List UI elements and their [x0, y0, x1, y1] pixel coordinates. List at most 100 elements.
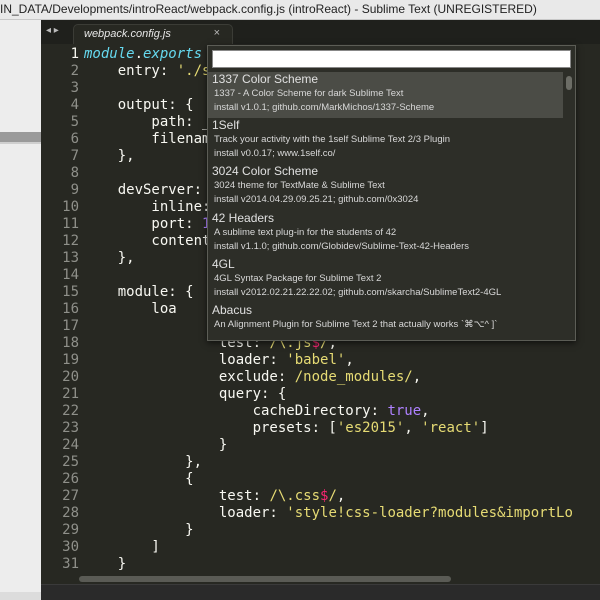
background-window-bottom: [0, 592, 41, 600]
code-token: port:: [84, 216, 203, 232]
code-line: presets: ['es2015', 'react']: [84, 420, 489, 437]
background-window-divider: [0, 132, 41, 142]
code-token: }: [84, 437, 228, 453]
tab-close-icon[interactable]: ×: [214, 27, 220, 39]
tab-webpack-config[interactable]: webpack.config.js ×: [73, 24, 233, 44]
palette-result-install-info: install v2014.04.29.09.25.21; github.com…: [214, 194, 419, 205]
palette-result-item[interactable]: 4GL 4GL Syntax Package for Sublime Text 2…: [208, 257, 563, 303]
line-number: 5: [70, 114, 79, 130]
line-number: 16: [62, 301, 79, 317]
line-number: 8: [70, 165, 79, 181]
code-token: entry:: [84, 63, 177, 79]
code-line: output: {: [84, 97, 194, 114]
palette-result-item[interactable]: 1Self Track your activity with the 1self …: [208, 118, 563, 164]
palette-result-description: An Alignment Plugin for Sublime Text 2 t…: [214, 319, 498, 330]
code-token: .: [134, 46, 144, 62]
code-line: filenam: [84, 131, 210, 148]
code-line: },: [84, 148, 135, 165]
line-number: 13: [62, 250, 79, 266]
code-token: ]: [84, 539, 160, 555]
code-line: inline:: [84, 199, 210, 216]
code-token: ,: [404, 420, 422, 436]
code-line: entry: './s: [84, 63, 211, 80]
code-line: ]: [84, 539, 160, 556]
code-line: module: {: [84, 284, 194, 301]
code-line: {: [84, 471, 193, 488]
palette-result-name: 42 Headers: [212, 211, 275, 225]
code-line: content: [84, 233, 210, 250]
line-number: 10: [62, 199, 79, 215]
code-token: /\.css: [269, 488, 321, 504]
line-number: 7: [70, 148, 79, 164]
code-token: './s: [176, 63, 211, 79]
line-number: 15: [62, 284, 79, 300]
palette-result-install-info: install v1.0.1; github.com/MarkMichos/13…: [214, 102, 435, 113]
code-token: 'style!css-loader?modules&importLo: [286, 505, 573, 521]
code-token: module: [84, 46, 135, 62]
line-number: 20: [62, 369, 79, 385]
code-token: },: [84, 148, 135, 164]
palette-result-description: 3024 theme for TextMate & Sublime Text: [214, 180, 385, 191]
code-line: test: /\.css$/,: [84, 488, 345, 505]
code-line: port: 1: [84, 216, 210, 233]
palette-search-input[interactable]: [212, 50, 571, 68]
code-token: inline:: [84, 199, 211, 215]
palette-result-description: A sublime text plug-in for the students …: [214, 227, 397, 238]
palette-result-item[interactable]: 3024 Color Scheme 3024 theme for TextMate…: [208, 164, 563, 210]
palette-result-name: 1337 Color Scheme: [212, 72, 319, 86]
palette-result-description: 1337 - A Color Scheme for dark Sublime T…: [214, 88, 404, 99]
code-token: test:: [84, 488, 270, 504]
palette-result-item[interactable]: Abacus An Alignment Plugin for Sublime Te…: [208, 303, 563, 340]
code-token: query: {: [84, 386, 287, 402]
code-line: loader: 'style!css-loader?modules&import…: [84, 505, 573, 522]
code-line: devServer:: [84, 182, 210, 199]
code-token: path: _: [84, 114, 211, 130]
horizontal-scrollbar-thumb[interactable]: [79, 576, 451, 582]
line-number: 2: [70, 63, 79, 79]
code-token: },: [84, 250, 135, 266]
palette-result-item[interactable]: 1337 Color Scheme 1337 - A Color Scheme f…: [208, 72, 563, 118]
code-line: path: _: [84, 114, 210, 131]
line-number: 24: [62, 437, 79, 453]
line-number: 3: [70, 80, 79, 96]
line-number: 21: [62, 386, 79, 402]
code-token: 'babel': [286, 352, 346, 368]
package-install-palette: 1337 Color Scheme 1337 - A Color Scheme f…: [207, 45, 576, 341]
code-token: filenam: [84, 131, 211, 147]
line-number-gutter: 1 2 3 4 5 6 7 8 9 10 11 12 13 14 15 16 17 18 19 20 21 22 23 24 2…: [41, 44, 79, 574]
code-token: ,: [336, 488, 346, 504]
code-line: }: [84, 556, 126, 573]
line-number: 25: [62, 454, 79, 470]
code-token: loa: [84, 301, 177, 317]
code-token: }: [84, 556, 127, 572]
window-titlebar: IN_DATA/Developments/introReact/webpack.…: [0, 0, 600, 20]
line-number: 30: [62, 539, 79, 555]
palette-results-list: 1337 Color Scheme 1337 - A Color Scheme f…: [208, 72, 563, 340]
code-line: loa: [84, 301, 177, 318]
window-title: IN_DATA/Developments/introReact/webpack.…: [0, 2, 537, 16]
line-number: 31: [62, 556, 79, 572]
palette-result-name: 1Self: [212, 118, 240, 132]
code-line: },: [84, 454, 202, 471]
tab-nav-arrows-icon[interactable]: ◂ ▸: [46, 25, 59, 36]
code-token: /node_modules/: [294, 369, 413, 385]
palette-scrollbar-thumb[interactable]: [566, 76, 572, 90]
code-token: content: [84, 233, 211, 249]
code-token: exports: [143, 46, 203, 62]
line-number: 18: [62, 335, 79, 351]
code-token: /: [328, 488, 337, 504]
palette-scrollbar[interactable]: [565, 74, 573, 336]
line-number: 26: [62, 471, 79, 487]
palette-result-name: Abacus: [212, 303, 253, 317]
code-token: },: [84, 454, 203, 470]
background-window-divider-light: [0, 142, 41, 144]
palette-result-name: 3024 Color Scheme: [212, 164, 319, 178]
code-line: exclude: /node_modules/,: [84, 369, 421, 386]
line-number: 11: [62, 216, 79, 232]
code-token: 'react': [421, 420, 481, 436]
tab-label: webpack.config.js: [84, 28, 171, 40]
horizontal-scrollbar[interactable]: [41, 574, 600, 584]
code-token: ,: [421, 403, 430, 419]
code-token: output: {: [84, 97, 194, 113]
palette-result-item[interactable]: 42 Headers A sublime text plug-in for the…: [208, 211, 563, 257]
